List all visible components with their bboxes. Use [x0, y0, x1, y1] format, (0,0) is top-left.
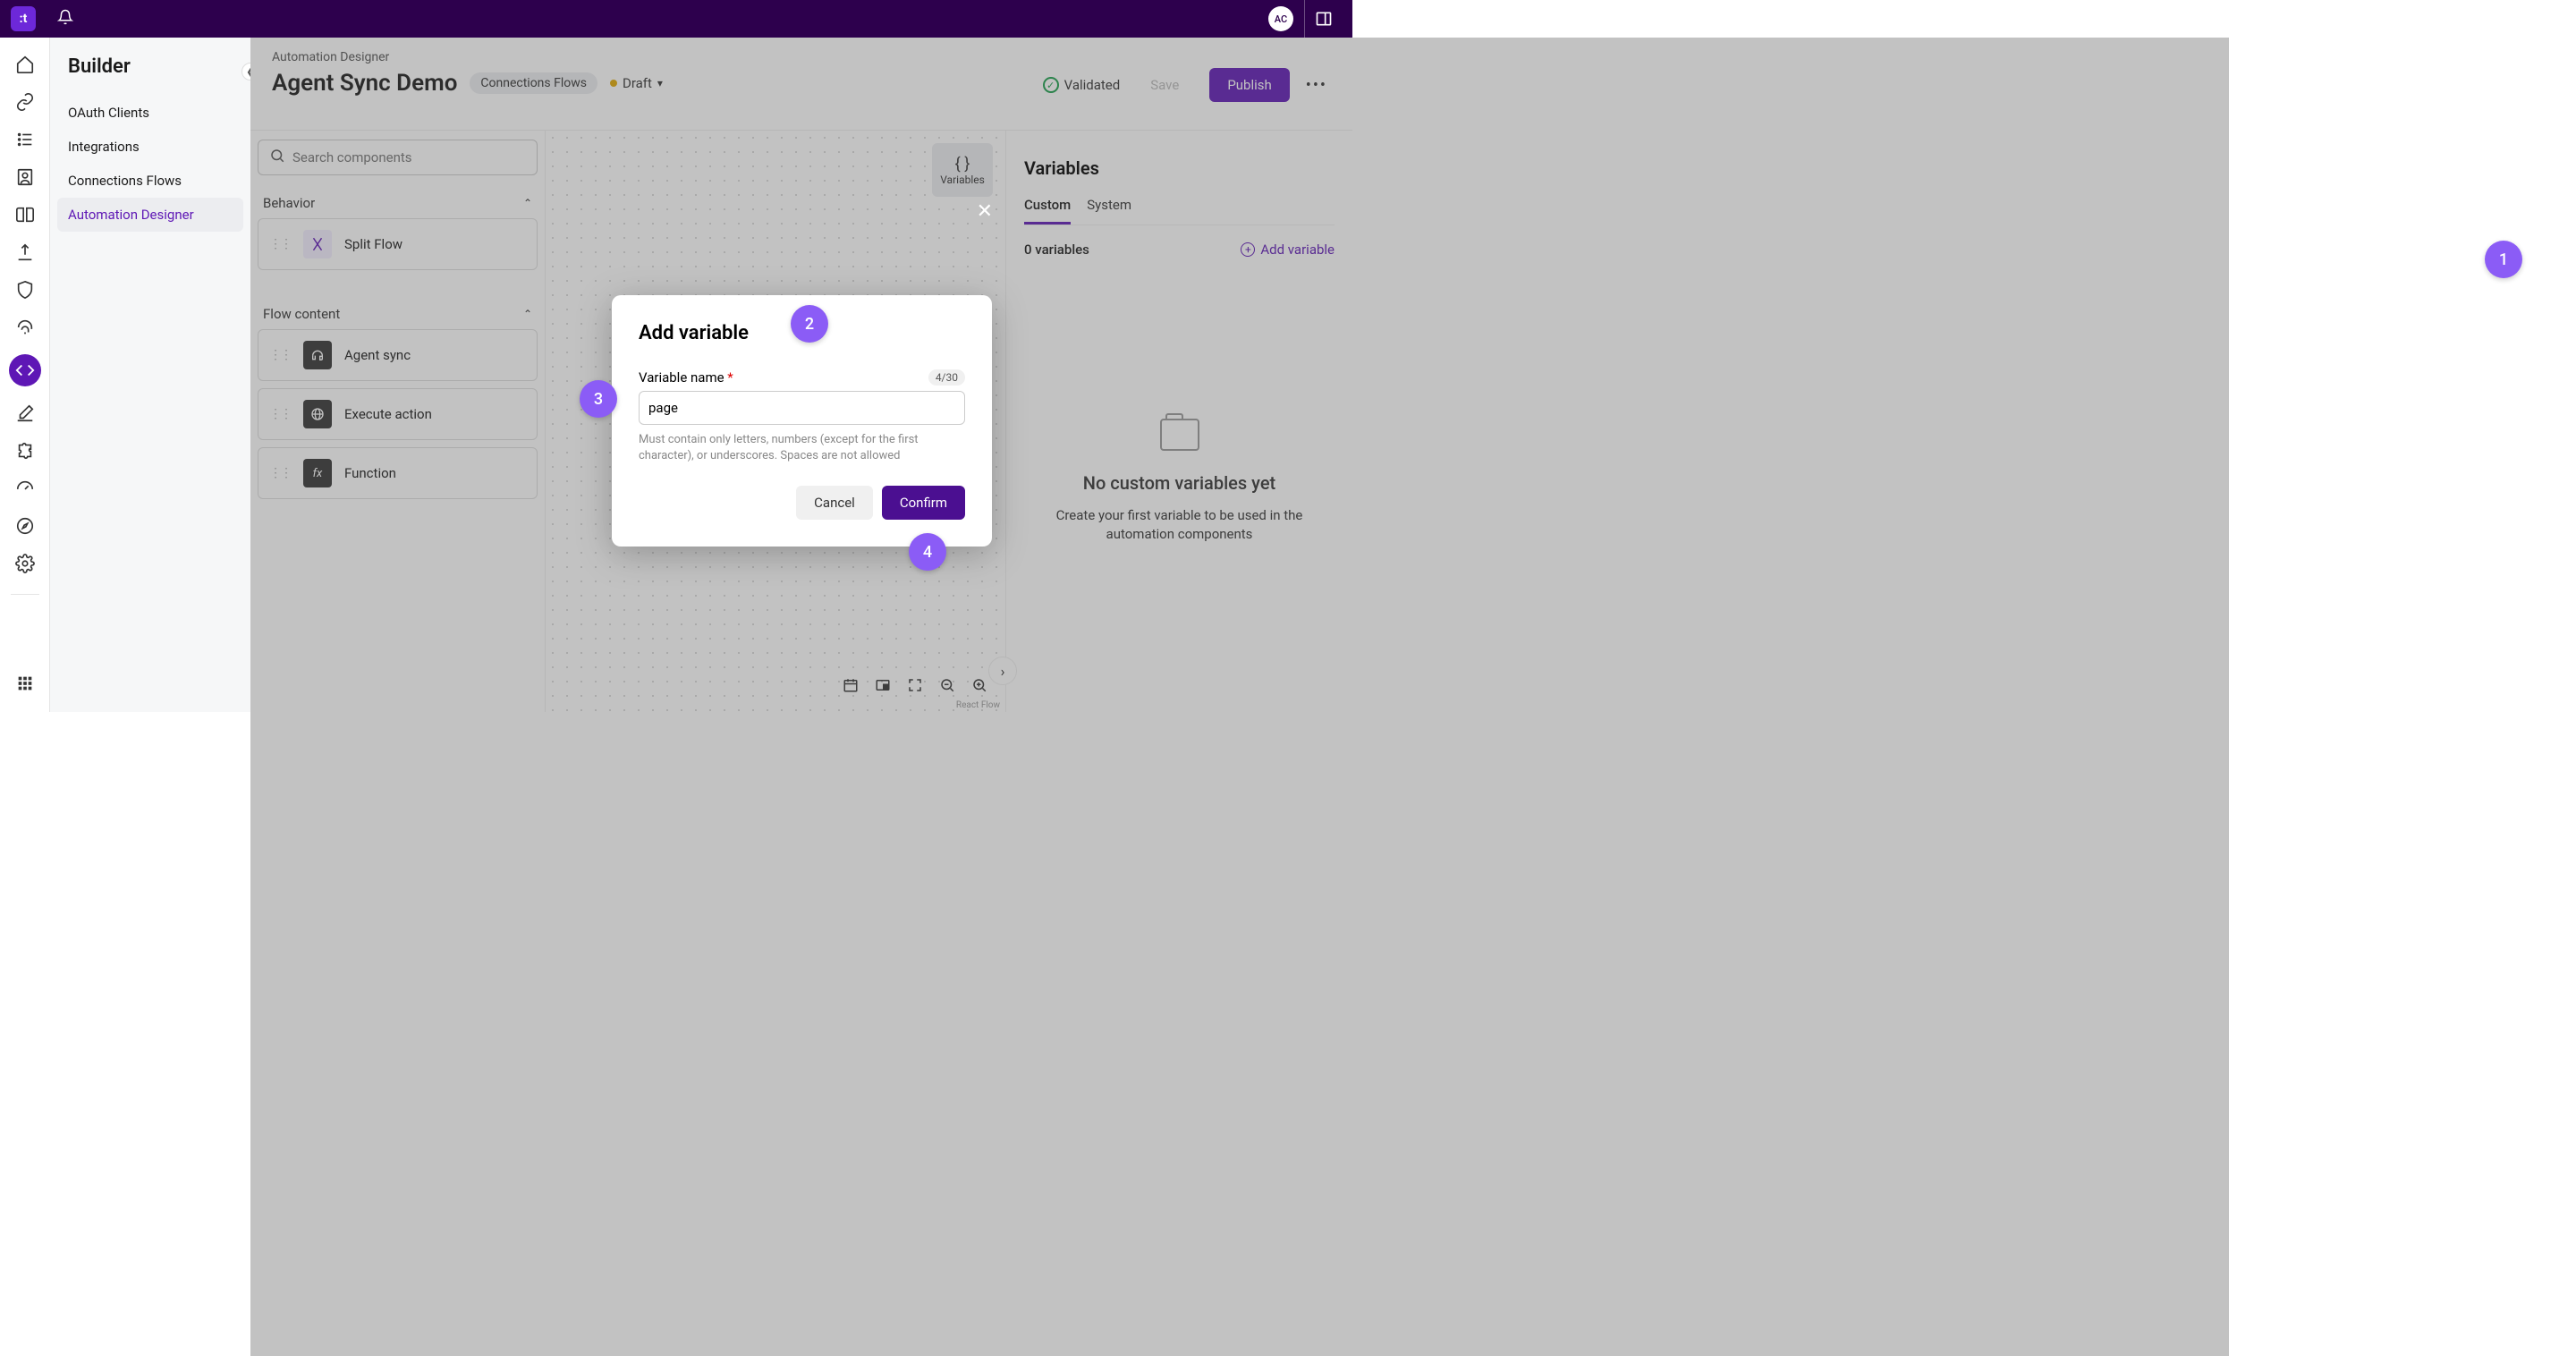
sidebar-item-automation-designer[interactable]: Automation Designer: [57, 198, 243, 232]
annotation-badge-4: 4: [909, 533, 946, 571]
panel-toggle-icon[interactable]: [1304, 0, 1342, 38]
code-icon[interactable]: [9, 354, 41, 386]
notifications-icon[interactable]: [57, 9, 73, 30]
annotation-badge-1: 1: [2485, 241, 2522, 278]
close-panel-icon[interactable]: ✕: [977, 200, 993, 223]
sidebar-item-oauth[interactable]: OAuth Clients: [57, 96, 243, 130]
field-label: Variable name *: [639, 369, 733, 386]
cancel-button[interactable]: Cancel: [796, 486, 873, 520]
app-logo[interactable]: :t: [11, 6, 36, 31]
compass-icon[interactable]: [14, 515, 36, 537]
shield-icon[interactable]: [14, 279, 36, 301]
annotation-badge-2: 2: [791, 305, 828, 343]
link-icon[interactable]: [14, 91, 36, 113]
modal-overlay[interactable]: [250, 38, 2229, 1356]
puzzle-icon[interactable]: [14, 440, 36, 462]
top-bar: :t AC: [0, 0, 1352, 38]
book-icon[interactable]: [14, 204, 36, 225]
list-icon[interactable]: [14, 129, 36, 150]
avatar[interactable]: AC: [1268, 6, 1293, 31]
required-asterisk: *: [727, 369, 733, 386]
sidebar: Builder OAuth Clients Integrations Conne…: [50, 38, 250, 712]
settings-icon[interactable]: [14, 553, 36, 574]
field-hint: Must contain only letters, numbers (exce…: [639, 432, 965, 464]
home-icon[interactable]: [14, 54, 36, 75]
annotation-badge-3: 3: [580, 380, 617, 418]
apps-icon[interactable]: [14, 673, 36, 694]
export-icon[interactable]: [14, 242, 36, 263]
char-count: 4/30: [928, 369, 965, 386]
edit-icon[interactable]: [14, 403, 36, 424]
fingerprint-icon[interactable]: [14, 317, 36, 338]
rail-divider: [11, 594, 39, 595]
sidebar-item-connections-flows[interactable]: Connections Flows: [57, 164, 243, 198]
sidebar-item-integrations[interactable]: Integrations: [57, 130, 243, 164]
confirm-button[interactable]: Confirm: [882, 486, 965, 520]
contacts-icon[interactable]: [14, 166, 36, 188]
nav-rail: [0, 38, 50, 712]
variable-name-input[interactable]: [639, 391, 965, 425]
gauge-icon[interactable]: [14, 478, 36, 499]
sidebar-title: Builder: [57, 55, 243, 96]
